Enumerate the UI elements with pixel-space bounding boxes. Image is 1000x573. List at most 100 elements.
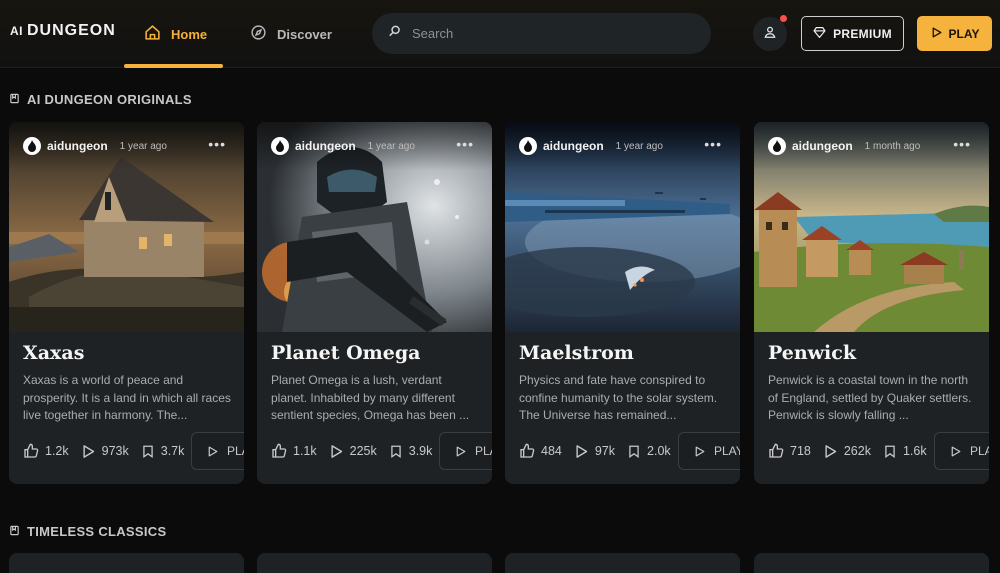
card-description: Planet Omega is a lush, verdant planet. … xyxy=(271,373,470,422)
author-name[interactable]: aidungeon xyxy=(543,139,604,153)
play-count-icon xyxy=(331,444,342,458)
likes-stat[interactable]: 1.2k xyxy=(23,443,69,459)
card-title: Maelstrom xyxy=(519,342,634,364)
thumbs-up-icon xyxy=(520,443,535,458)
likes-count: 1.1k xyxy=(293,444,317,458)
logo-name: DUNGEON xyxy=(27,22,116,39)
thumbs-up-icon xyxy=(769,443,784,458)
card-play-label: PLAY xyxy=(714,444,740,458)
likes-count: 718 xyxy=(790,444,811,458)
card-stats: 1.2k 973k 3.7k xyxy=(23,443,184,459)
search-bar[interactable] xyxy=(372,13,711,54)
scenario-card-peek[interactable] xyxy=(257,553,492,573)
author-avatar-flame-icon xyxy=(768,137,786,155)
play-button[interactable]: PLAY xyxy=(917,16,992,51)
plays-stat: 262k xyxy=(823,444,871,459)
published-time: 1 month ago xyxy=(864,140,921,152)
card-play-label: PLAY xyxy=(227,444,244,458)
likes-stat[interactable]: 484 xyxy=(519,443,562,459)
ai-dungeon-logo[interactable]: AI DUNGEON xyxy=(10,22,116,40)
diamond-icon xyxy=(813,26,826,42)
notification-dot xyxy=(780,15,787,22)
card-play-label: PLAY xyxy=(970,444,989,458)
card-title: Penwick xyxy=(768,342,856,364)
saves-stat[interactable]: 3.7k xyxy=(141,444,185,459)
card-play-label: PLAY xyxy=(475,444,492,458)
play-label: PLAY xyxy=(948,26,980,41)
likes-count: 1.2k xyxy=(45,444,69,458)
bookmark-icon xyxy=(391,445,401,458)
bookmark-icon xyxy=(885,445,895,458)
saves-stat[interactable]: 2.0k xyxy=(627,444,671,459)
author-name[interactable]: aidungeon xyxy=(47,139,108,153)
active-tab-indicator xyxy=(124,64,223,68)
user-icon xyxy=(763,25,777,44)
search-icon xyxy=(388,24,402,43)
author-avatar-flame-icon xyxy=(23,137,41,155)
section-title-label: AI DUNGEON ORIGINALS xyxy=(27,92,192,107)
more-options-icon[interactable]: ••• xyxy=(953,136,971,152)
published-time: 1 year ago xyxy=(367,140,415,152)
card-title: Xaxas xyxy=(23,342,85,364)
scenario-card-peek[interactable] xyxy=(505,553,740,573)
nav-tab-discover[interactable]: Discover xyxy=(250,18,332,50)
likes-stat[interactable]: 1.1k xyxy=(271,443,317,459)
premium-label: PREMIUM xyxy=(833,26,892,41)
section-title-label: TIMELESS CLASSICS xyxy=(27,524,167,539)
bookmark-icon xyxy=(143,445,153,458)
more-options-icon[interactable]: ••• xyxy=(704,136,722,152)
profile-button[interactable] xyxy=(753,17,787,51)
saves-count: 1.6k xyxy=(902,444,927,458)
plays-count: 225k xyxy=(349,444,377,458)
nav-home-label: Home xyxy=(171,26,208,42)
nav-tab-home[interactable]: Home xyxy=(144,18,207,50)
saves-stat[interactable]: 1.6k xyxy=(883,444,927,459)
thumbs-up-icon xyxy=(272,443,287,458)
published-time: 1 year ago xyxy=(119,140,167,152)
play-icon xyxy=(456,446,466,456)
play-icon xyxy=(930,26,943,42)
scenario-card[interactable]: aidungeon 1 month ago ••• Penwick Penwic… xyxy=(754,122,989,484)
card-stats: 1.1k 225k 3.9k xyxy=(271,443,432,459)
saves-count: 3.9k xyxy=(408,444,433,458)
author-name[interactable]: aidungeon xyxy=(792,139,853,153)
likes-stat[interactable]: 718 xyxy=(768,443,811,459)
plays-stat: 97k xyxy=(574,444,615,459)
scenario-card-peek[interactable] xyxy=(754,553,989,573)
scenario-card[interactable]: aidungeon 1 year ago ••• Maelstrom Physi… xyxy=(505,122,740,484)
search-input[interactable] xyxy=(412,26,692,41)
premium-button[interactable]: PREMIUM xyxy=(801,16,904,51)
card-stats: 484 97k 2.0k xyxy=(519,443,671,459)
saves-stat[interactable]: 3.9k xyxy=(389,444,433,459)
more-options-icon[interactable]: ••• xyxy=(456,136,474,152)
more-options-icon[interactable]: ••• xyxy=(208,136,226,152)
author-name[interactable]: aidungeon xyxy=(295,139,356,153)
logo-prefix: AI xyxy=(10,24,23,38)
play-count-icon xyxy=(825,444,837,458)
card-play-button[interactable]: PLAY xyxy=(439,432,492,470)
thumbs-up-icon xyxy=(24,443,39,458)
plays-count: 973k xyxy=(101,444,129,458)
author-avatar-flame-icon xyxy=(519,137,537,155)
card-stats: 718 262k 1.6k xyxy=(768,443,927,459)
author-avatar-flame-icon xyxy=(271,137,289,155)
plays-stat: 973k xyxy=(81,444,129,459)
scenario-card[interactable]: aidungeon 1 year ago ••• Xaxas Xaxas is … xyxy=(9,122,244,484)
play-icon xyxy=(208,446,218,456)
card-description: Xaxas is a world of peace and prosperity… xyxy=(23,373,231,422)
saves-count: 3.7k xyxy=(160,444,185,458)
card-title: Planet Omega xyxy=(271,342,421,364)
play-icon xyxy=(951,446,961,456)
play-count-icon xyxy=(83,444,94,458)
books-icon xyxy=(9,92,20,107)
scenario-card[interactable]: aidungeon 1 year ago ••• Planet Omega Pl… xyxy=(257,122,492,484)
play-count-icon xyxy=(576,444,588,458)
bookmark-icon xyxy=(629,445,639,458)
card-play-button[interactable]: PLAY xyxy=(191,432,244,470)
section-title-classics: TIMELESS CLASSICS xyxy=(9,524,166,539)
plays-count: 97k xyxy=(594,444,616,458)
scenario-card-peek[interactable] xyxy=(9,553,244,573)
card-play-button[interactable]: PLAY xyxy=(678,432,740,470)
plays-stat: 225k xyxy=(329,444,377,459)
card-play-button[interactable]: PLAY xyxy=(934,432,989,470)
